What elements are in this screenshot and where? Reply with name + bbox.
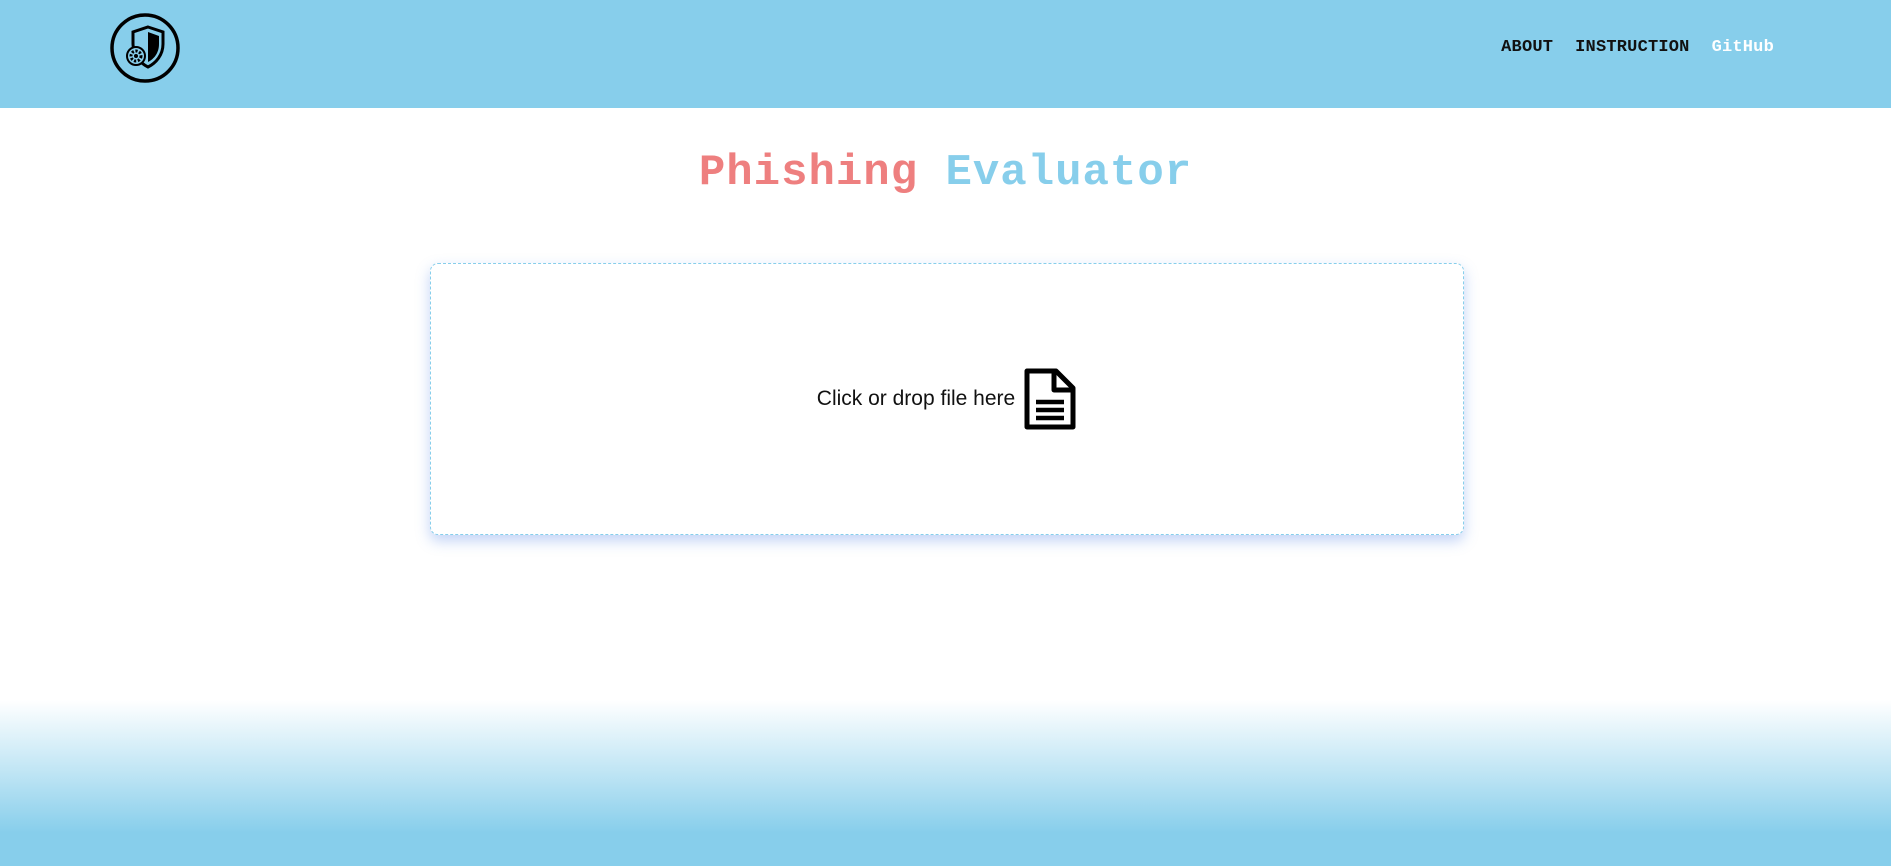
header-bar: ABOUT INSTRUCTION GitHub xyxy=(0,0,1891,108)
file-dropzone[interactable]: Click or drop file here xyxy=(430,263,1464,535)
shield-gear-logo-icon[interactable] xyxy=(110,13,180,83)
nav-about-link[interactable]: ABOUT xyxy=(1501,38,1553,57)
page-title: Phishing Evaluator xyxy=(0,148,1891,198)
main-nav: ABOUT INSTRUCTION GitHub xyxy=(1501,38,1774,57)
dropzone-content: Click or drop file here xyxy=(817,368,1077,430)
dropzone-label: Click or drop file here xyxy=(816,387,1016,410)
file-document-icon xyxy=(1024,368,1076,430)
footer-gradient xyxy=(0,700,1891,866)
page-title-word-phishing: Phishing xyxy=(698,148,919,198)
nav-github-link[interactable]: GitHub xyxy=(1712,38,1774,57)
nav-instruction-link[interactable]: INSTRUCTION xyxy=(1575,38,1689,57)
page-title-word-evaluator: Evaluator xyxy=(945,148,1193,198)
